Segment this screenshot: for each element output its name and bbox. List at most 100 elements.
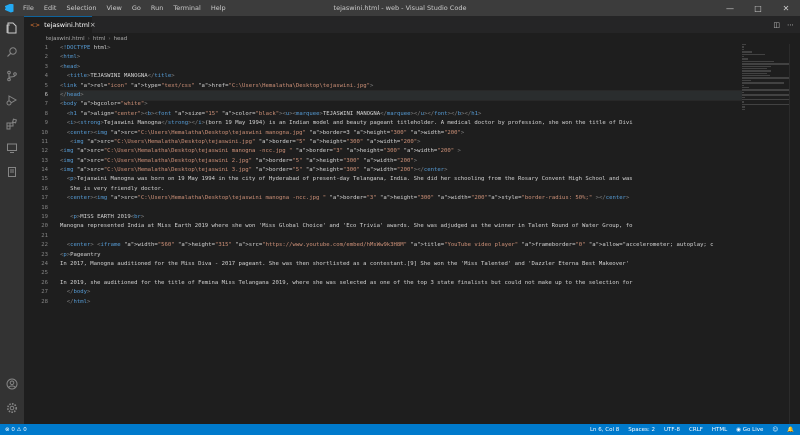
line-number: 4 xyxy=(44,73,48,80)
line-number: 21 xyxy=(41,232,48,239)
indentation[interactable]: Spaces: 2 xyxy=(628,427,655,433)
run-debug-icon[interactable] xyxy=(0,88,24,112)
code-line[interactable]: </head> xyxy=(60,89,742,102)
code-line[interactable]: <center><img "a">src="C:\Users\Hemalatha… xyxy=(60,194,742,203)
minimap-line xyxy=(742,63,790,65)
encoding[interactable]: UTF-8 xyxy=(664,427,680,433)
accounts-icon[interactable] xyxy=(0,372,24,396)
minimap-line xyxy=(742,98,790,101)
code-line[interactable]: <head> xyxy=(60,63,742,72)
search-icon[interactable] xyxy=(0,40,24,64)
minimize-icon[interactable]: — xyxy=(716,0,744,16)
breadcrumb-html[interactable]: html xyxy=(93,36,106,42)
minimap[interactable] xyxy=(742,44,790,110)
menu-bar: File Edit Selection View Go Run Terminal Help xyxy=(18,0,231,16)
line-number: 19 xyxy=(41,214,48,221)
code-line[interactable]: <img "a">src="C:\Users\Hemalatha\Desktop… xyxy=(60,166,742,175)
tab-tejaswini-html[interactable]: <> tejaswini.html × xyxy=(24,16,96,33)
code-line[interactable]: <p>Tejaswini Manogna was born on 19 May … xyxy=(60,175,742,184)
code-line[interactable]: <img "a">src="C:\Users\Hemalatha\Desktop… xyxy=(60,157,742,166)
go-live-button[interactable]: ◉ Go Live xyxy=(736,427,763,433)
minimap-line xyxy=(742,60,774,63)
code-line[interactable]: <title>TEJASWINI MANOGNA</title> xyxy=(60,72,742,81)
language-mode[interactable]: HTML xyxy=(712,427,727,433)
minimap-line xyxy=(742,96,746,98)
code-line[interactable]: </html> xyxy=(60,298,742,307)
code-line[interactable]: <center><img "a">src="C:\Users\Hemalatha… xyxy=(60,129,742,138)
maximize-icon[interactable]: □ xyxy=(744,0,772,16)
code-line[interactable] xyxy=(60,232,742,241)
minimap-line xyxy=(742,65,772,67)
menu-run[interactable]: Run xyxy=(146,0,168,16)
explorer-icon[interactable] xyxy=(0,16,24,40)
menu-view[interactable]: View xyxy=(101,0,126,16)
line-number: 3 xyxy=(44,63,48,70)
editor-tab-bar: <> tejaswini.html × ◫ ⋯ xyxy=(24,16,800,33)
code-line[interactable]: <p>Pageantry xyxy=(60,251,742,260)
menu-file[interactable]: File xyxy=(18,0,39,16)
code-line[interactable]: <i><strong>Tejaswini Manogna</strong></i… xyxy=(60,119,742,128)
line-ending[interactable]: CRLF xyxy=(689,427,703,433)
vertical-scrollbar[interactable] xyxy=(789,44,800,424)
code-line[interactable]: <html> xyxy=(60,53,742,62)
minimap-line xyxy=(742,79,751,82)
notes-icon[interactable] xyxy=(0,160,24,184)
minimap-line xyxy=(742,72,768,75)
minimap-line xyxy=(742,77,790,79)
menu-help[interactable]: Help xyxy=(206,0,231,16)
breadcrumb-file[interactable]: tejaswini.html xyxy=(46,36,85,42)
code-line[interactable]: Manogna represented India at Miss Earth … xyxy=(60,222,742,231)
menu-selection[interactable]: Selection xyxy=(61,0,101,16)
code-line[interactable]: <!DOCTYPE html> xyxy=(60,44,742,53)
minimap-line xyxy=(742,91,744,94)
code-line[interactable]: <link "a">rel="icon" "a">type="text/css"… xyxy=(60,82,742,91)
code-line[interactable]: <center> <iframe "a">width="560" "a">hei… xyxy=(60,241,742,250)
code-line[interactable]: In 2019, she auditioned for the title of… xyxy=(60,279,742,288)
close-tab-icon[interactable]: × xyxy=(90,21,96,29)
settings-gear-icon[interactable] xyxy=(0,396,24,420)
menu-terminal[interactable]: Terminal xyxy=(168,0,205,16)
activity-bar xyxy=(0,16,24,424)
more-actions-icon[interactable]: ⋯ xyxy=(787,21,794,29)
minimap-line xyxy=(742,101,744,103)
notifications-icon[interactable]: 🔔 xyxy=(787,427,794,433)
html-file-icon: <> xyxy=(30,21,41,29)
line-number: 20 xyxy=(41,223,48,230)
feedback-icon[interactable]: ☺ xyxy=(772,427,778,433)
code-line[interactable]: <body "a">bgcolor="white"> xyxy=(60,100,742,109)
menu-go[interactable]: Go xyxy=(127,0,146,16)
errors-count: 0 xyxy=(11,426,15,433)
code-line[interactable]: She is very friendly doctor. xyxy=(60,185,742,194)
code-line[interactable]: <h1 "a">align="center"><b><font "a">size… xyxy=(60,110,742,119)
code-line[interactable] xyxy=(60,204,742,213)
minimap-line xyxy=(742,82,784,84)
window-controls: — □ ✕ xyxy=(716,0,800,16)
code-area[interactable]: <!DOCTYPE html> <html> <head> <title>TEJAS… xyxy=(60,44,742,307)
line-number: 16 xyxy=(41,185,48,192)
close-window-icon[interactable]: ✕ xyxy=(772,0,800,16)
cursor-position[interactable]: Ln 6, Col 8 xyxy=(590,427,619,433)
source-control-icon[interactable] xyxy=(0,64,24,88)
code-line[interactable]: </body> xyxy=(60,288,742,297)
code-line[interactable]: <img "a">src="C:\Users\Hemalatha\Desktop… xyxy=(60,147,742,156)
line-number: 6 xyxy=(44,91,48,98)
line-number: 28 xyxy=(41,298,48,305)
line-number: 8 xyxy=(44,110,48,117)
code-line[interactable] xyxy=(60,269,742,278)
menu-edit[interactable]: Edit xyxy=(39,0,62,16)
go-live-label: Go Live xyxy=(742,426,764,433)
code-line[interactable]: In 2017, Manogna auditioned for the Miss… xyxy=(60,260,742,269)
vscode-logo-icon xyxy=(0,0,18,16)
extensions-icon[interactable] xyxy=(0,112,24,136)
minimap-line xyxy=(742,103,790,106)
code-line[interactable]: <img "a">src="C:\Users\Hemalatha\Desktop… xyxy=(60,138,742,147)
breadcrumb-head[interactable]: head xyxy=(114,36,128,42)
problems-indicator[interactable]: ⊗ 0 ⚠ 0 xyxy=(5,427,27,433)
line-number: 14 xyxy=(41,167,48,174)
code-line[interactable]: <p>MISS EARTH 2019<br> xyxy=(60,213,742,222)
remote-explorer-icon[interactable] xyxy=(0,136,24,160)
minimap-line xyxy=(742,106,745,108)
line-number: 10 xyxy=(41,129,48,136)
split-editor-icon[interactable]: ◫ xyxy=(773,21,780,29)
code-editor[interactable]: 1 2 3 4 5 6 7 8 9 10 11 12 13 14 15 16 17 18 19 20 21 22 23 24 2… xyxy=(24,44,800,424)
